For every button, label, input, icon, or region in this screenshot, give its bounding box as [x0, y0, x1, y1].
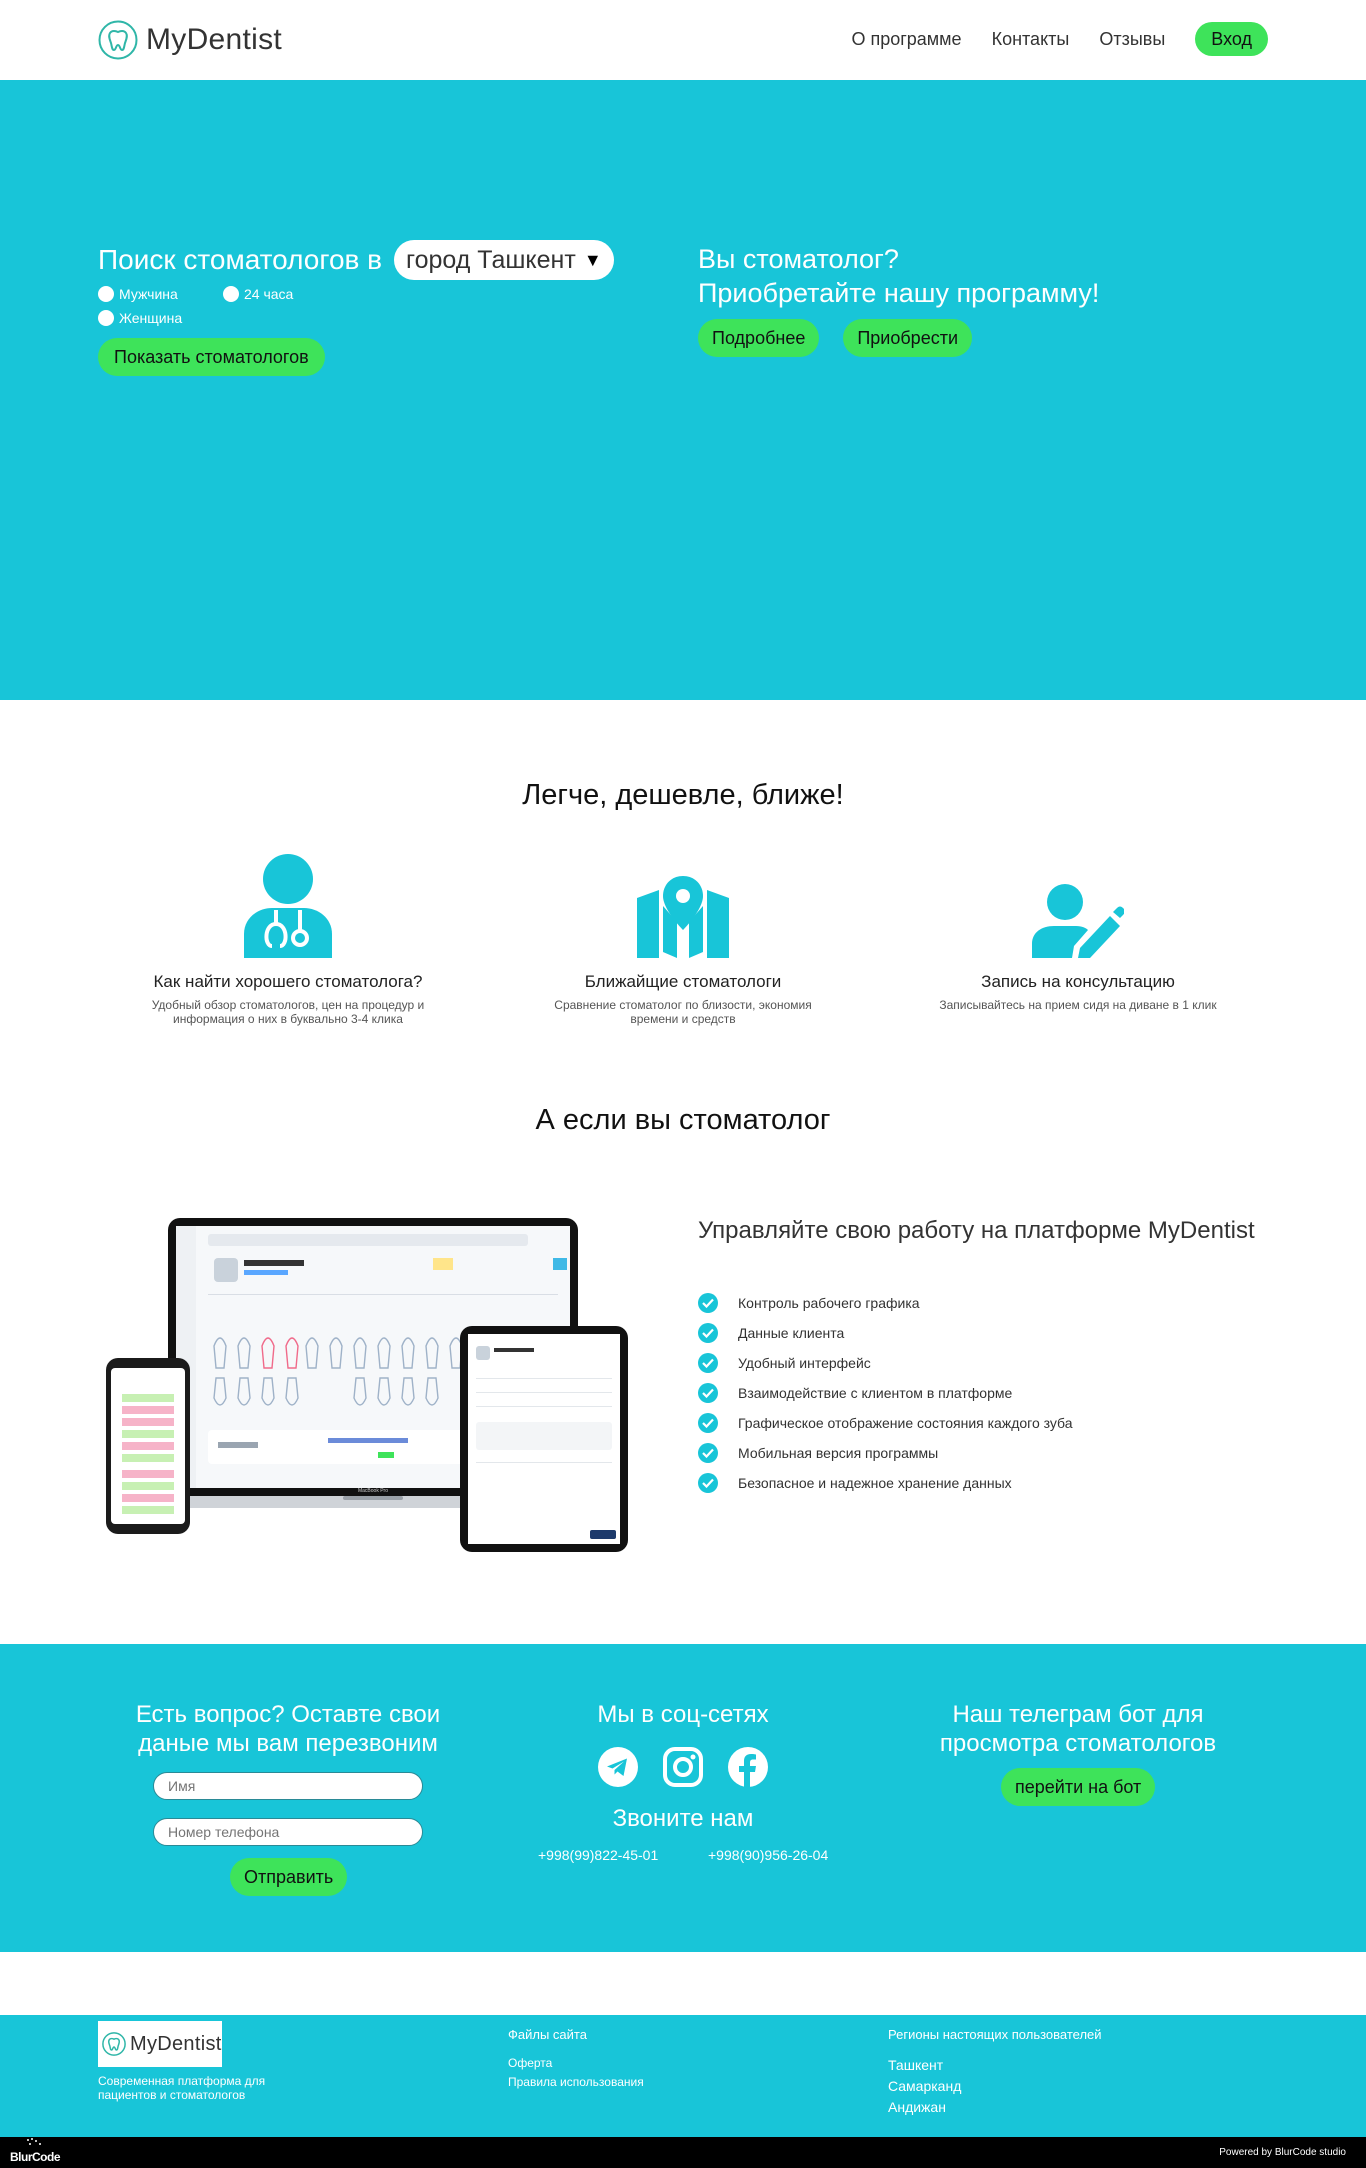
radio-female-label: Женщина [119, 310, 183, 326]
checklist-text: Удобный интерфейс [738, 1355, 871, 1371]
offer-link[interactable]: Оферта [508, 2056, 552, 2070]
files-title: Файлы сайта [508, 2027, 587, 2042]
facebook-icon[interactable] [728, 1747, 768, 1787]
platform-title: Управляйте свою работу на платформе MyDe… [698, 1217, 1255, 1244]
phone-input[interactable] [153, 1818, 423, 1846]
laptop-label: MacBook Pro [358, 1488, 388, 1494]
powered-by-text[interactable]: Powered by BlurCode studio [1219, 2147, 1346, 2158]
promo-line-1: Вы стоматолог? [698, 244, 899, 274]
radio-24h-label: 24 часа [244, 286, 294, 302]
bot-title: Наш телеграм бот для просмотра стоматоло… [939, 1701, 1217, 1757]
checklist-item: Безопасное и надежное хранение данных [698, 1468, 1073, 1498]
check-icon [698, 1473, 718, 1493]
tooth-logo-icon [102, 2032, 126, 2056]
radio-female[interactable]: Женщина [98, 310, 182, 326]
nav-reviews[interactable]: Отзывы [1099, 29, 1165, 50]
checklist-item: Удобный интерфейс [698, 1348, 1073, 1378]
blurcode-dots-icon [27, 2138, 41, 2145]
features-title: Легче, дешевле, ближе! [522, 779, 844, 811]
feature-title: Как найти хорошего стоматолога? [153, 972, 423, 991]
checklist-text: Безопасное и надежное хранение данных [738, 1475, 1012, 1491]
promo-buttons: Подробнее Приобрести [698, 319, 996, 357]
check-icon [698, 1383, 718, 1403]
call-us-title: Звоните нам [612, 1805, 754, 1832]
brand-logo[interactable]: MyDentist [98, 20, 282, 60]
checklist-item: Графическое отображение состояния каждог… [698, 1408, 1073, 1438]
map-pin-icon [637, 876, 729, 958]
user-edit-icon [1032, 884, 1124, 958]
check-icon [698, 1443, 718, 1463]
feature-desc: Записывайтесь на прием сидя на диване в … [939, 998, 1217, 1012]
regions-title: Регионы настоящих пользователей [888, 2027, 1102, 2042]
radio-24h[interactable]: 24 часа [223, 286, 293, 302]
telegram-icon[interactable] [598, 1747, 638, 1787]
city-value: город Ташкент [406, 245, 576, 274]
promo-heading: Вы стоматолог? Приобретайте нашу програм… [698, 242, 1099, 310]
region-tashkent: Ташкент [888, 2057, 944, 2073]
check-icon [698, 1323, 718, 1343]
doctor-icon [244, 854, 332, 958]
main-nav: О программе Контакты Отзывы Вход [821, 22, 1268, 56]
brand-name: MyDentist [146, 23, 283, 56]
check-icon [698, 1413, 718, 1433]
login-button[interactable]: Вход [1195, 22, 1268, 56]
checklist-item: Данные клиента [698, 1318, 1073, 1348]
radio-dot [223, 286, 239, 302]
feature-title: Запись на консультацию [981, 972, 1175, 991]
nav-about[interactable]: О программе [851, 29, 961, 50]
gender-filters: Мужчина Женщина 24 часа [98, 286, 348, 336]
check-icon [698, 1293, 718, 1313]
instagram-icon[interactable] [663, 1747, 703, 1787]
feature-nearby: Ближайщие стоматологи Сравнение стоматол… [533, 876, 833, 1026]
buy-button[interactable]: Приобрести [843, 319, 973, 357]
region-samarkand: Самарканд [888, 2078, 962, 2094]
checklist-text: Данные клиента [738, 1325, 845, 1341]
radio-dot [98, 286, 114, 302]
checklist-text: Мобильная версия программы [738, 1445, 939, 1461]
caret-down-icon: ▼ [583, 249, 602, 270]
promo-line-2: Приобретайте нашу программу! [698, 278, 1100, 308]
city-select[interactable]: город Ташкент ▼ [394, 240, 614, 280]
send-button[interactable]: Отправить [230, 1858, 348, 1896]
site-header: MyDentist О программе Контакты Отзывы Вх… [0, 0, 1366, 80]
feature-find-dentist: Как найти хорошего стоматолога? Удобный … [138, 854, 438, 1026]
feature-desc: Удобный обзор стоматологов, цен на проце… [151, 998, 425, 1026]
show-dentists-button[interactable]: Показать стоматологов [98, 338, 325, 376]
nav-contacts[interactable]: Контакты [992, 29, 1070, 50]
search-label: Поиск стоматологов в [98, 244, 383, 275]
devices-mockup-image: MacBook Pro [106, 1218, 628, 1552]
feature-appointment: Запись на консультацию Записывайтесь на … [928, 884, 1228, 1012]
checklist-item: Взаимодействие с клиентом в платформе [698, 1378, 1073, 1408]
region-andijan: Андижан [888, 2099, 946, 2115]
checklist-item: Мобильная версия программы [698, 1438, 1073, 1468]
tooth-logo-icon [98, 20, 138, 60]
radio-male-label: Мужчина [119, 286, 178, 302]
checklist-text: Графическое отображение состояния каждог… [738, 1415, 1073, 1431]
checklist-text: Взаимодействие с клиентом в платформе [738, 1385, 1013, 1401]
checklist-item: Контроль рабочего графика [698, 1288, 1073, 1318]
phone-link-1[interactable]: +998(99)822-45-01 [538, 1847, 658, 1863]
phone-link-2[interactable]: +998(90)956-26-04 [708, 1847, 828, 1863]
hero-section [0, 80, 1366, 700]
dentist-title: А если вы стоматолог [535, 1104, 831, 1136]
check-icon [698, 1353, 718, 1373]
radio-dot [98, 310, 114, 326]
checklist-text: Контроль рабочего графика [738, 1295, 920, 1311]
more-button[interactable]: Подробнее [698, 319, 820, 357]
name-input[interactable] [153, 1772, 423, 1800]
callback-title: Есть вопрос? Оставте свои даные мы вам п… [135, 1701, 441, 1757]
feature-checklist: Контроль рабочего графика Данные клиента… [698, 1288, 1073, 1498]
footer-brand-name: MyDentist [130, 2032, 222, 2055]
footer-description: Современная платформа для пациентов и ст… [98, 2074, 266, 2102]
bottom-bar [0, 2137, 1366, 2168]
feature-desc: Сравнение стоматолог по близости, эконом… [554, 998, 812, 1026]
blurcode-logo[interactable]: BlurCode [10, 2150, 61, 2164]
search-heading: Поиск стоматологов в город Ташкент ▼ [98, 240, 614, 280]
bot-button[interactable]: перейти на бот [1001, 1768, 1156, 1806]
footer-logo[interactable]: MyDentist [98, 2021, 222, 2067]
terms-link[interactable]: Правила использования [508, 2075, 644, 2089]
radio-male[interactable]: Мужчина [98, 286, 178, 302]
feature-title: Ближайщие стоматологи [584, 972, 782, 991]
social-title: Мы в соц-сетях [597, 1701, 769, 1728]
